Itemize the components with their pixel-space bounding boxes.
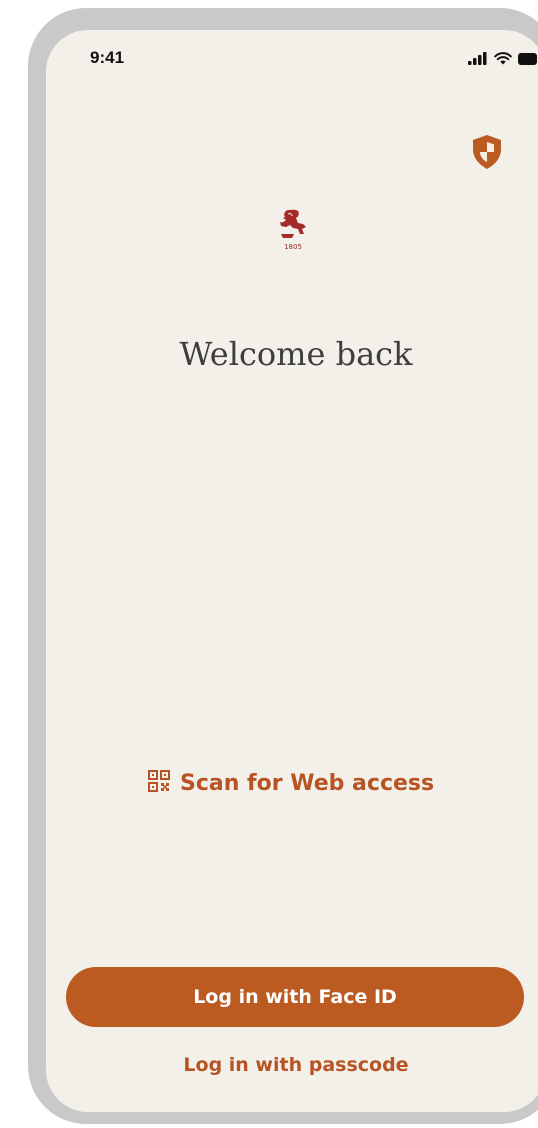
scan-label: Scan for Web access xyxy=(180,771,435,796)
status-icons xyxy=(468,52,538,70)
lion-logo-icon: 1805 xyxy=(278,208,308,252)
login-face-id-button[interactable]: Log in with Face ID xyxy=(66,967,524,1027)
login-passcode-link[interactable]: Log in with passcode xyxy=(46,1054,538,1076)
page-title: Welcome back xyxy=(179,335,413,374)
shield-icon[interactable] xyxy=(472,134,502,170)
logo-year: 1805 xyxy=(284,243,302,251)
qr-code-icon xyxy=(148,770,170,797)
app-screen: 9:41 1805 Welcome back Scan for Web acce… xyxy=(46,30,538,1112)
scan-web-access-link[interactable]: Scan for Web access xyxy=(148,770,434,797)
status-bar: 9:41 xyxy=(46,30,538,90)
wifi-icon xyxy=(494,52,512,70)
signal-icon xyxy=(468,52,488,70)
status-time: 9:41 xyxy=(90,48,125,67)
battery-icon xyxy=(518,52,538,70)
